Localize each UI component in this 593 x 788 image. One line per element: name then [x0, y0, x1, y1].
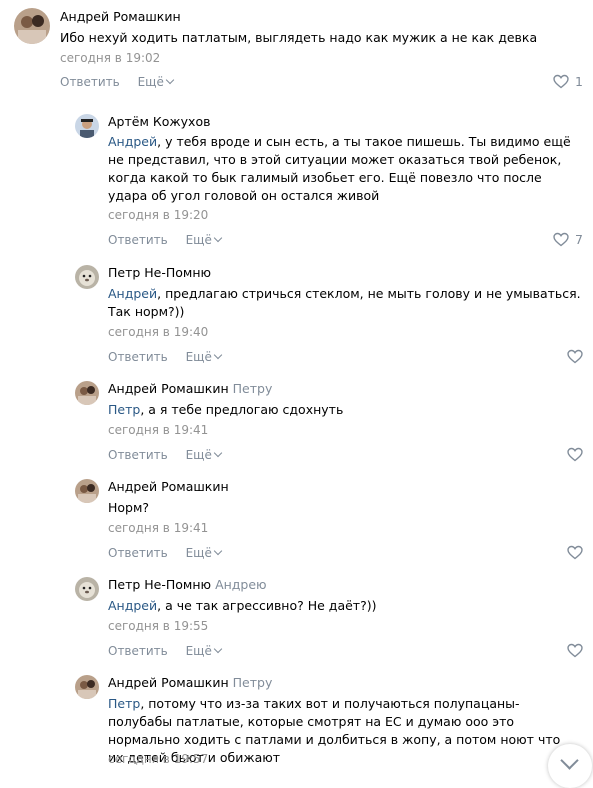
- like-count: 1: [575, 74, 583, 89]
- mention-link[interactable]: Андрей: [108, 134, 157, 149]
- author-name[interactable]: Артём Кожухов: [108, 114, 210, 129]
- comment-actions: Ответить Ещё: [108, 448, 223, 462]
- comment-time[interactable]: сегодня в 19:41: [108, 423, 208, 437]
- comment-author[interactable]: Андрей Ромашкин Петру: [108, 381, 272, 396]
- like-count: 7: [575, 232, 583, 247]
- scroll-down-button[interactable]: [548, 744, 592, 788]
- more-button[interactable]: Ещё: [137, 75, 175, 89]
- reply-button[interactable]: Ответить: [108, 350, 168, 364]
- heart-icon: [567, 545, 583, 560]
- chevron-down-icon: [213, 546, 223, 556]
- author-name[interactable]: Андрей Ромашкин: [60, 9, 181, 24]
- comment-text: Андрей, а че так агрессивно? Не даёт?)): [108, 597, 578, 615]
- author-name[interactable]: Петр Не-Помню: [108, 577, 211, 592]
- avatar[interactable]: [75, 265, 99, 289]
- avatar[interactable]: [75, 479, 99, 503]
- comment-author[interactable]: Артём Кожухов: [108, 114, 210, 129]
- like-button[interactable]: [567, 643, 583, 658]
- more-button[interactable]: Ещё: [185, 448, 223, 462]
- chevron-down-icon: [560, 751, 579, 770]
- more-button[interactable]: Ещё: [185, 233, 223, 247]
- chevron-down-icon: [213, 448, 223, 458]
- comment-body: , а че так агрессивно? Не даёт?)): [157, 598, 377, 613]
- author-name[interactable]: Андрей Ромашкин: [108, 675, 229, 690]
- comment-text: Ибо нехуй ходить патлатым, выглядеть над…: [60, 29, 580, 47]
- comment-body: Норм?: [108, 500, 150, 515]
- comment-author[interactable]: Андрей Ромашкин Петру: [108, 675, 272, 690]
- avatar[interactable]: [75, 114, 99, 138]
- avatar[interactable]: [75, 381, 99, 405]
- author-name[interactable]: Андрей Ромашкин: [108, 381, 229, 396]
- comment-text: Петр, а я тебе предлогаю сдохнуть: [108, 401, 578, 419]
- comment-body: , а я тебе предлогаю сдохнуть: [140, 402, 344, 417]
- comment-author[interactable]: Петр Не-Помню: [108, 265, 211, 280]
- reply-to-label[interactable]: Петру: [233, 675, 273, 690]
- like-button[interactable]: 1: [553, 74, 583, 89]
- avatar[interactable]: [75, 577, 99, 601]
- more-button[interactable]: Ещё: [185, 644, 223, 658]
- comment-author[interactable]: Андрей Ромашкин: [60, 9, 181, 24]
- mention-link[interactable]: Петр: [108, 696, 140, 711]
- more-label: Ещё: [185, 448, 212, 462]
- comment-text: Андрей, предлагаю стричься стеклом, не м…: [108, 285, 583, 321]
- like-button[interactable]: [567, 545, 583, 560]
- heart-icon: [567, 643, 583, 658]
- like-button[interactable]: [567, 447, 583, 462]
- comment-time[interactable]: сегодня в 19:55: [108, 619, 208, 633]
- comment-body: , предлагаю стричься стеклом, не мыть го…: [108, 286, 581, 319]
- more-label: Ещё: [137, 75, 164, 89]
- mention-link[interactable]: Петр: [108, 402, 140, 417]
- reply-button[interactable]: Ответить: [108, 448, 168, 462]
- mention-link[interactable]: Андрей: [108, 598, 157, 613]
- reply-to-label[interactable]: Петру: [233, 381, 273, 396]
- comment-actions: Ответить Ещё: [60, 75, 175, 89]
- comment-time[interactable]: сегодня в 19:41: [108, 521, 208, 535]
- chevron-down-icon: [213, 233, 223, 243]
- author-name[interactable]: Петр Не-Помню: [108, 265, 211, 280]
- comment-text: Норм?: [108, 499, 578, 517]
- comment-actions: Ответить Ещё: [108, 233, 223, 247]
- reply-button[interactable]: Ответить: [108, 644, 168, 658]
- reply-button[interactable]: Ответить: [60, 75, 120, 89]
- more-label: Ещё: [185, 350, 212, 364]
- mention-link[interactable]: Андрей: [108, 286, 157, 301]
- reply-to-label[interactable]: Андрею: [215, 577, 267, 592]
- more-label: Ещё: [185, 233, 212, 247]
- comment-actions: Ответить Ещё: [108, 644, 223, 658]
- like-button[interactable]: 7: [553, 232, 583, 247]
- heart-icon: [567, 349, 583, 364]
- heart-icon: [553, 232, 569, 247]
- avatar[interactable]: [75, 675, 99, 699]
- more-button[interactable]: Ещё: [185, 350, 223, 364]
- chevron-down-icon: [213, 350, 223, 360]
- comment-time[interactable]: сегодня в 19:57: [108, 752, 208, 766]
- comment-time[interactable]: сегодня в 19:02: [60, 51, 160, 65]
- reply-button[interactable]: Ответить: [108, 546, 168, 560]
- chevron-down-icon: [165, 75, 175, 85]
- comment-body: Ибо нехуй ходить патлатым, выглядеть над…: [60, 30, 538, 45]
- like-button[interactable]: [567, 349, 583, 364]
- comment-actions: Ответить Ещё: [108, 546, 223, 560]
- avatar[interactable]: [14, 8, 50, 44]
- chevron-down-icon: [213, 644, 223, 654]
- comment-body: , у тебя вроде и сын есть, а ты такое пи…: [108, 134, 571, 203]
- more-label: Ещё: [185, 644, 212, 658]
- comment-time[interactable]: сегодня в 19:40: [108, 325, 208, 339]
- heart-icon: [567, 447, 583, 462]
- more-label: Ещё: [185, 546, 212, 560]
- author-name[interactable]: Андрей Ромашкин: [108, 479, 229, 494]
- comment-author[interactable]: Петр Не-Помню Андрею: [108, 577, 267, 592]
- comment-time[interactable]: сегодня в 19:20: [108, 208, 208, 222]
- reply-button[interactable]: Ответить: [108, 233, 168, 247]
- comment-author[interactable]: Андрей Ромашкин: [108, 479, 229, 494]
- more-button[interactable]: Ещё: [185, 546, 223, 560]
- heart-icon: [553, 74, 569, 89]
- comment-text: Андрей, у тебя вроде и сын есть, а ты та…: [108, 133, 578, 205]
- comment-actions: Ответить Ещё: [108, 350, 223, 364]
